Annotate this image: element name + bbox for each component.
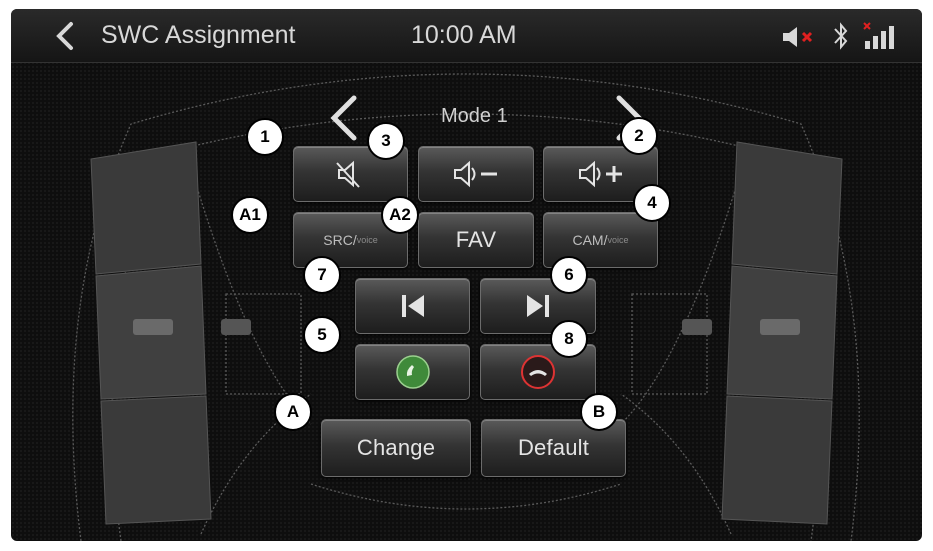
callout-b: B [580,393,618,431]
skip-previous-button[interactable] [355,278,470,334]
skip-next-icon [527,295,549,317]
cam-sub-label: voice [607,235,629,245]
callout-a: A [274,393,312,431]
left-paddle-group [90,141,212,525]
mode-previous-arrow[interactable] [324,93,364,143]
signal-bars-icon [863,22,894,49]
volume-down-button[interactable] [418,146,534,202]
status-bar: SWC Assignment 10:00 AM [11,9,922,63]
call-accept-icon [395,355,430,389]
head-unit-screen: SWC Assignment 10:00 AM Mode 1 SRC/ voic… [11,9,922,541]
callout-2: 2 [620,117,658,155]
bluetooth-icon [834,22,848,50]
default-label: Default [517,435,590,460]
callout-a1: A1 [231,196,269,234]
cam-label: CAM/ [572,232,608,248]
mode-label: Mode 1 [441,105,508,127]
change-button[interactable]: Change [321,419,471,477]
clock: 10:00 AM [411,21,517,49]
callout-6: 6 [550,256,588,294]
callout-a2: A2 [381,196,419,234]
change-label: Change [356,435,436,460]
src-label: SRC/ [323,232,357,248]
right-paddle-group [721,141,843,525]
volume-down-icon [454,160,497,188]
callout-1: 1 [246,118,284,156]
screen-title: SWC Assignment [101,21,296,49]
speaker-muted-icon [335,160,360,188]
callout-4: 4 [633,184,671,222]
status-icons [781,21,921,51]
skip-previous-icon [401,295,424,317]
callout-5: 5 [303,316,341,354]
back-chevron-icon[interactable] [51,21,77,51]
call-accept-button[interactable] [355,344,470,400]
speaker-muted-icon [783,27,813,47]
fav-label: FAV [455,227,497,252]
fav-button[interactable]: FAV [418,212,534,268]
callout-8: 8 [550,320,588,358]
call-end-icon [521,355,555,389]
callout-3: 3 [367,122,405,160]
src-sub-label: voice [356,235,378,245]
volume-up-icon [578,160,622,188]
callout-7: 7 [303,256,341,294]
